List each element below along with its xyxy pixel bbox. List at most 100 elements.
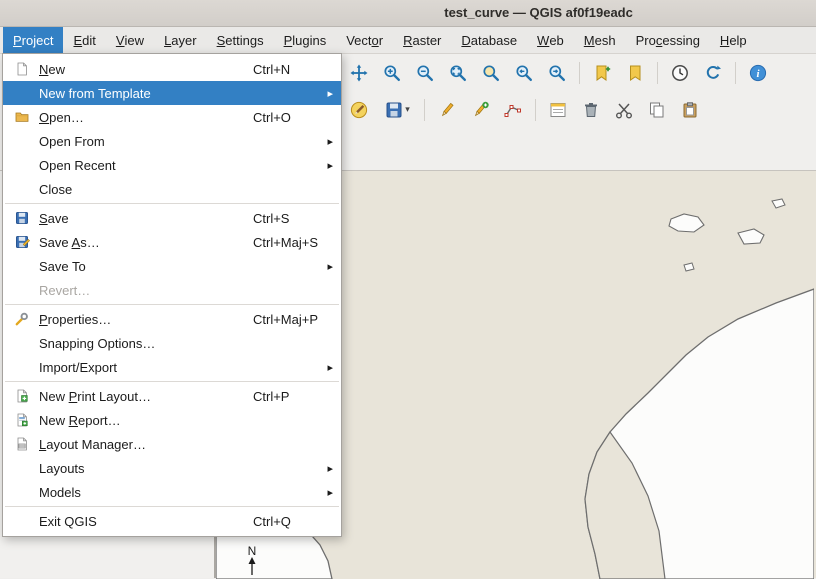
blank-icon [11, 483, 33, 501]
menu-view[interactable]: View [106, 27, 154, 53]
menu-item-label: Open From [39, 134, 105, 149]
floppy-as-icon [11, 233, 33, 251]
toolbar-separator [535, 99, 536, 121]
menu-item-models[interactable]: Models▸ [3, 480, 341, 504]
menu-item-label: New [39, 62, 65, 77]
cut-features-button[interactable] [611, 97, 637, 123]
menu-project[interactable]: Project [3, 27, 63, 53]
current-edits-button[interactable] [346, 97, 372, 123]
menu-item-label: Revert… [39, 283, 90, 298]
modify-attributes-button[interactable] [545, 97, 571, 123]
menu-item-open-from[interactable]: Open From▸ [3, 129, 341, 153]
pan-map-button[interactable] [346, 60, 372, 86]
zoom-last-button[interactable] [511, 60, 537, 86]
north-arrow-label: N [248, 544, 257, 558]
project-menu: NewCtrl+NNew from Template▸Open…Ctrl+OOp… [2, 53, 342, 537]
menu-mesh[interactable]: Mesh [574, 27, 626, 53]
menu-item-label: New Print Layout… [39, 389, 151, 404]
blank-icon [11, 257, 33, 275]
submenu-arrow-icon: ▸ [327, 462, 333, 475]
menu-raster[interactable]: Raster [393, 27, 451, 53]
menu-web[interactable]: Web [527, 27, 574, 53]
window-title: test_curve — QGIS af0f19eadc [444, 5, 633, 20]
toolbar-separator [579, 62, 580, 84]
menu-item-new-from-template[interactable]: New from Template▸ [3, 81, 341, 105]
menu-item-label: Save [39, 211, 69, 226]
save-layer-edits-button[interactable]: ▾ [379, 97, 415, 123]
toolbar-separator [424, 99, 425, 121]
title-bar: test_curve — QGIS af0f19eadc [0, 0, 816, 27]
menu-help[interactable]: Help [710, 27, 757, 53]
menu-edit[interactable]: Edit [63, 27, 105, 53]
zoom-next-button[interactable] [544, 60, 570, 86]
menu-item-new-print-layout[interactable]: New Print Layout…Ctrl+P [3, 384, 341, 408]
menu-item-shortcut: Ctrl+Q [253, 514, 291, 529]
menu-item-layouts[interactable]: Layouts▸ [3, 456, 341, 480]
menu-item-save-to[interactable]: Save To▸ [3, 254, 341, 278]
clock-icon [670, 63, 690, 83]
menu-item-label: Close [39, 182, 72, 197]
menu-item-label: Open Recent [39, 158, 116, 173]
menu-item-open[interactable]: Open…Ctrl+O [3, 105, 341, 129]
toolbar-separator [657, 62, 658, 84]
identify-icon: i [748, 63, 768, 83]
island [684, 263, 694, 271]
menu-item-snapping-options[interactable]: Snapping Options… [3, 331, 341, 355]
menu-item-properties[interactable]: Properties…Ctrl+Maj+P [3, 307, 341, 331]
menu-item-close[interactable]: Close [3, 177, 341, 201]
menu-item-label: Exit QGIS [39, 514, 97, 529]
menu-item-open-recent[interactable]: Open Recent▸ [3, 153, 341, 177]
vertex-tool-button[interactable] [500, 97, 526, 123]
menu-separator [5, 304, 339, 305]
zoom-full-button[interactable] [445, 60, 471, 86]
menu-processing[interactable]: Processing [626, 27, 710, 53]
wrench-icon [11, 310, 33, 328]
menu-item-new-report[interactable]: New Report… [3, 408, 341, 432]
menu-layer[interactable]: Layer [154, 27, 207, 53]
bookmark-icon [625, 63, 645, 83]
zoom-in-button[interactable] [379, 60, 405, 86]
menu-database[interactable]: Database [451, 27, 527, 53]
blank-icon [11, 156, 33, 174]
menu-separator [5, 381, 339, 382]
menu-item-layout-manager[interactable]: Layout Manager… [3, 432, 341, 456]
copy-features-button[interactable] [644, 97, 670, 123]
folder-icon [11, 108, 33, 126]
menu-item-shortcut: Ctrl+Maj+S [253, 235, 318, 250]
add-feature-button[interactable] [467, 97, 493, 123]
menu-item-import-export[interactable]: Import/Export▸ [3, 355, 341, 379]
menu-item-new[interactable]: NewCtrl+N [3, 57, 341, 81]
menu-item-save[interactable]: SaveCtrl+S [3, 206, 341, 230]
temporal-controller-button[interactable] [667, 60, 693, 86]
current-edits-icon [349, 100, 369, 120]
menu-separator [5, 506, 339, 507]
blank-icon [11, 459, 33, 477]
trash-icon [581, 100, 601, 120]
refresh-map-button[interactable] [700, 60, 726, 86]
menu-settings[interactable]: Settings [207, 27, 274, 53]
magnifier-plus-icon [382, 63, 402, 83]
delete-selected-button[interactable] [578, 97, 604, 123]
menu-item-label: Layout Manager… [39, 437, 146, 452]
submenu-arrow-icon: ▸ [327, 260, 333, 273]
identify-features-button[interactable]: i [745, 60, 771, 86]
menu-vector[interactable]: Vector [336, 27, 393, 53]
submenu-arrow-icon: ▸ [327, 486, 333, 499]
menu-item-save-as[interactable]: Save As…Ctrl+Maj+S [3, 230, 341, 254]
show-spatial-bookmarks-button[interactable] [622, 60, 648, 86]
floppy-icon [11, 209, 33, 227]
zoom-to-selection-button[interactable] [478, 60, 504, 86]
report-new-icon [11, 411, 33, 429]
paste-features-button[interactable] [677, 97, 703, 123]
submenu-arrow-icon: ▸ [327, 87, 333, 100]
layout-new-icon [11, 387, 33, 405]
toggle-editing-button[interactable] [434, 97, 460, 123]
menu-item-revert: Revert… [3, 278, 341, 302]
blank-icon [11, 132, 33, 150]
zoom-out-button[interactable] [412, 60, 438, 86]
magnifier-selection-icon [481, 63, 501, 83]
menu-item-exit-qgis[interactable]: Exit QGIS Ctrl+Q [3, 509, 341, 533]
new-spatial-bookmark-button[interactable] [589, 60, 615, 86]
scissors-icon [614, 100, 634, 120]
menu-plugins[interactable]: Plugins [274, 27, 337, 53]
